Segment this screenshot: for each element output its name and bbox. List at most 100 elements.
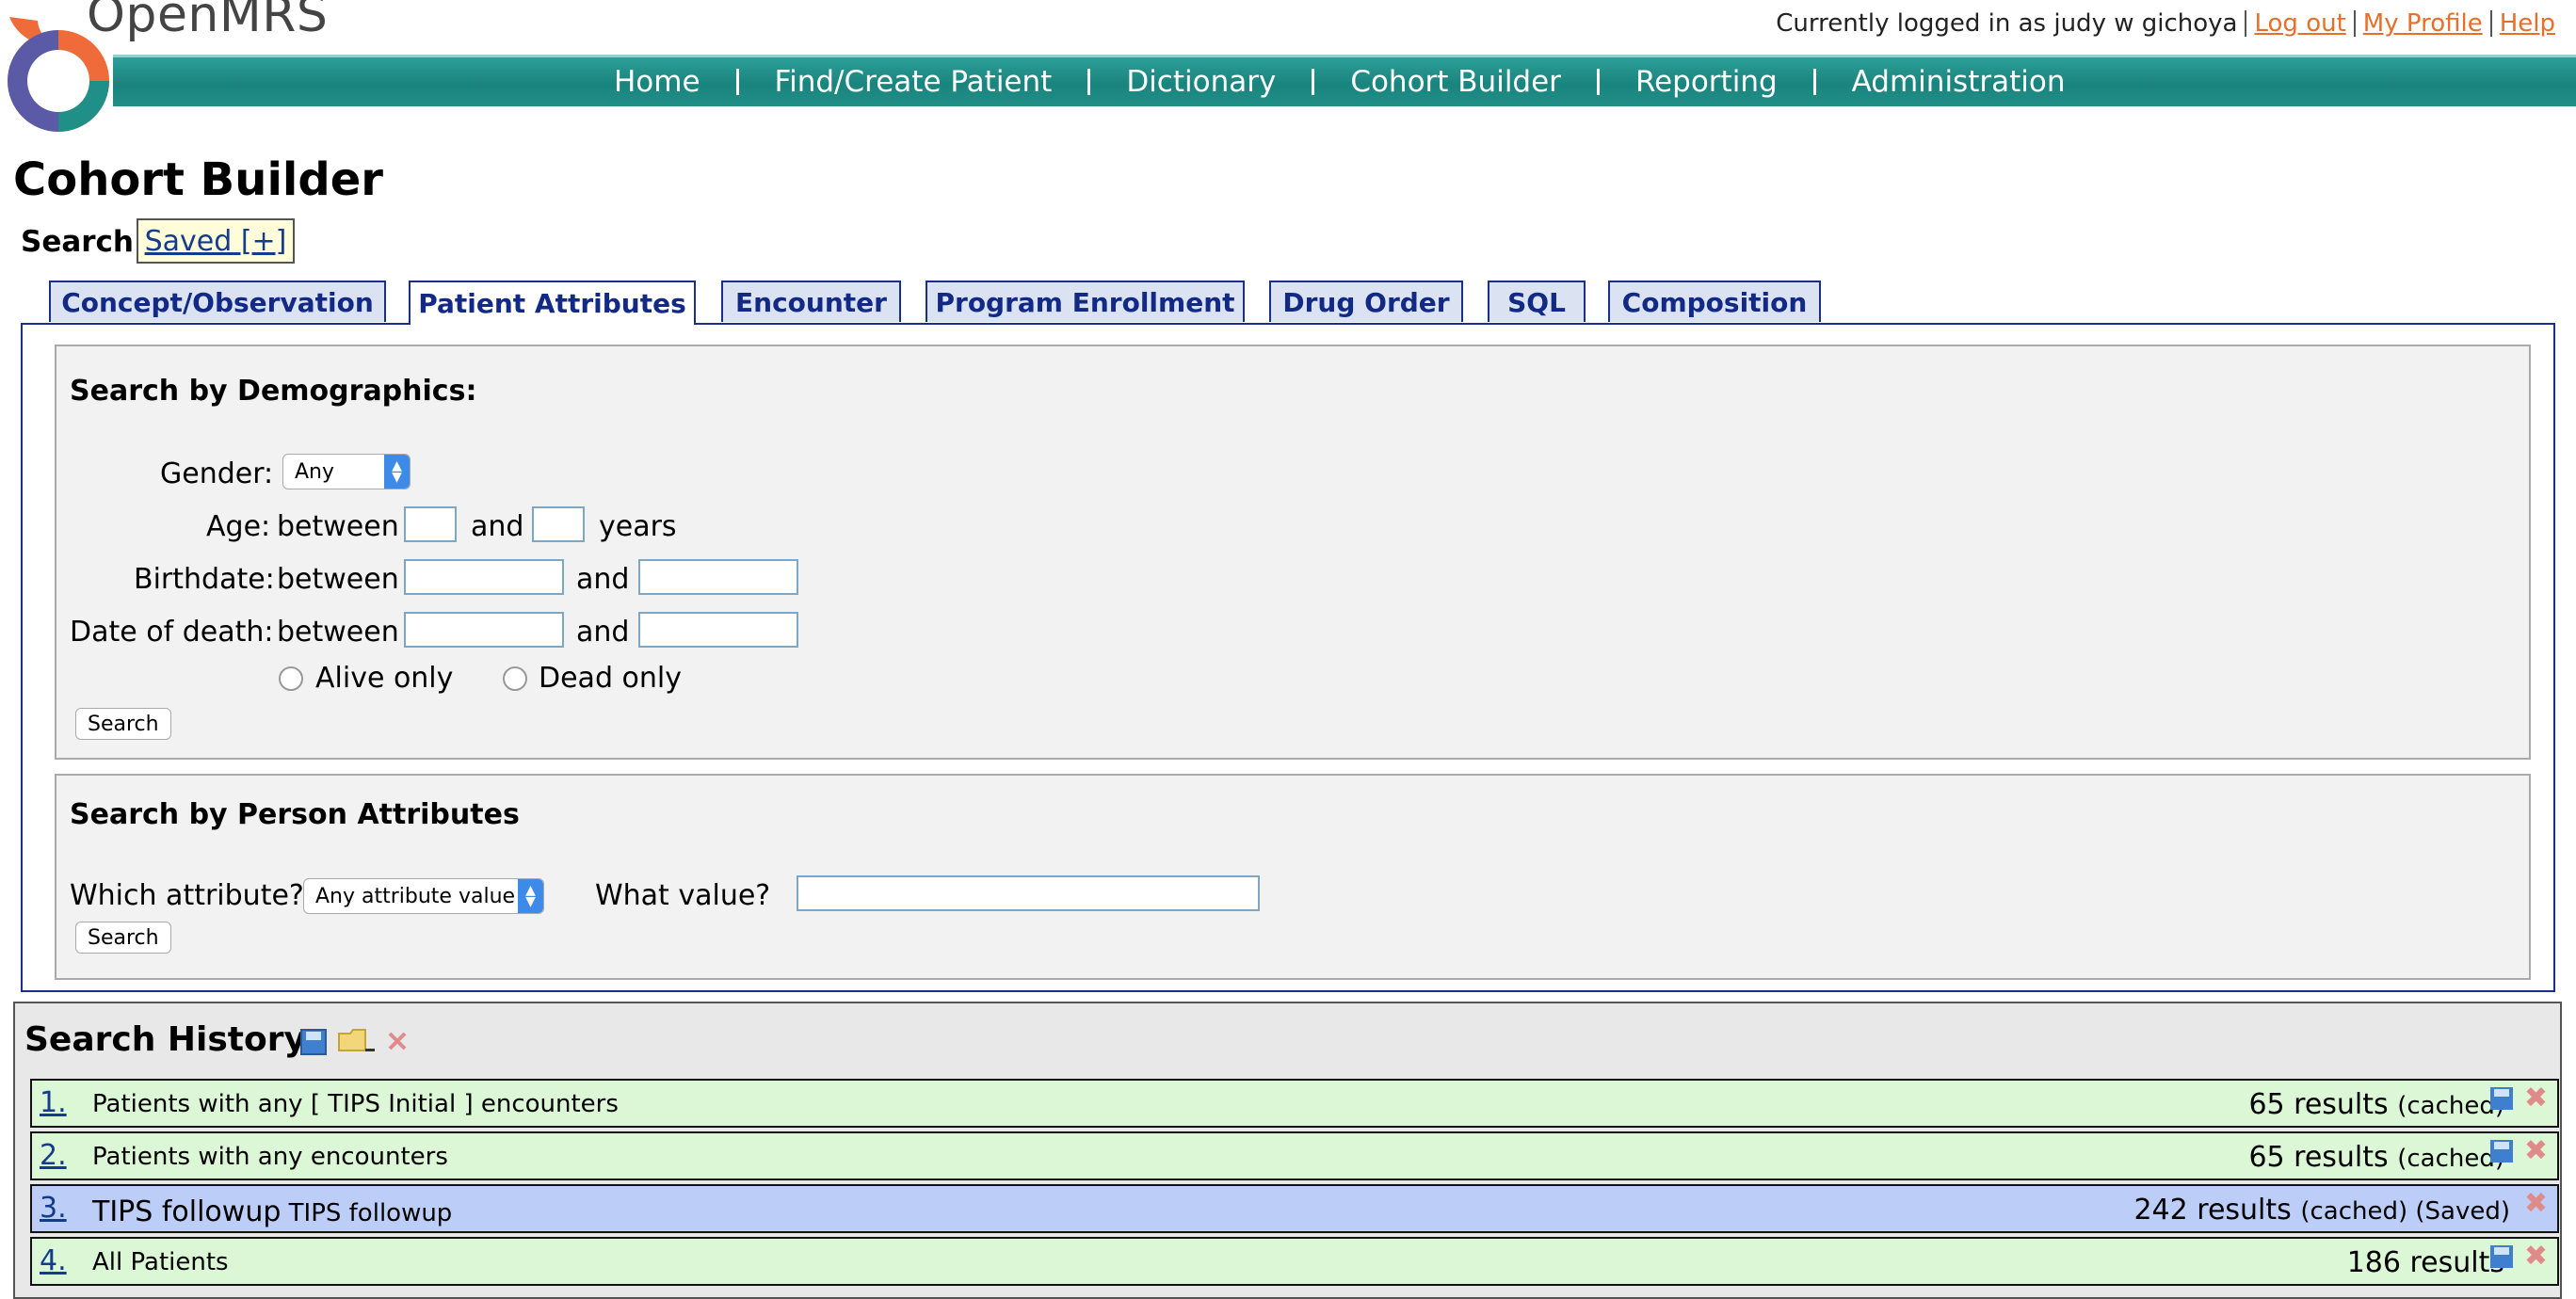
tab-patient-attributes[interactable]: Patient Attributes: [409, 281, 696, 325]
history-row-results: 242 results (cached) (Saved): [2133, 1194, 2510, 1227]
divider: [1596, 69, 1600, 95]
divider: [2489, 10, 2492, 37]
nav-item-administration[interactable]: Administration: [1852, 65, 2066, 99]
history-row-description: Patients with any encounters: [92, 1143, 448, 1171]
birthdate-and-label: and: [576, 563, 630, 596]
demographics-title: Search by Demographics:: [70, 375, 477, 408]
which-attribute-label: Which attribute?: [70, 879, 304, 912]
clear-history-icon[interactable]: [386, 1030, 409, 1052]
tab-composition[interactable]: Composition: [1608, 281, 1821, 322]
gender-select[interactable]: Any ▲ ▼: [282, 454, 411, 489]
brand-name: OpenMRS: [87, 0, 329, 43]
tab-drug-order[interactable]: Drug Order: [1269, 281, 1463, 322]
person-attributes-title: Search by Person Attributes: [70, 798, 520, 831]
tab-program-enrollment[interactable]: Program Enrollment: [926, 281, 1245, 322]
person-attributes-section: Search by Person Attributes Which attrib…: [55, 774, 2531, 980]
history-row-results: 186 results: [2347, 1246, 2504, 1279]
query-tabs: Concept/Observation Patient Attributes E…: [0, 281, 2576, 325]
history-row-description: All Patients: [92, 1248, 229, 1276]
search-history-title: Search History: [24, 1020, 306, 1059]
save-icon[interactable]: [2489, 1139, 2514, 1163]
history-row: 1. Patients with any [ TIPS Initial ] en…: [30, 1079, 2559, 1128]
result-count: 65 results: [2248, 1088, 2389, 1121]
dead-only-radio[interactable]: [503, 666, 527, 691]
history-row: 2. Patients with any encounters 65 resul…: [30, 1131, 2559, 1180]
death-and-label: and: [576, 616, 630, 649]
nav-item-find-create-patient[interactable]: Find/Create Patient: [775, 65, 1127, 99]
select-arrows-icon: ▲ ▼: [518, 879, 543, 913]
history-row: 4. All Patients 186 results ✖: [30, 1237, 2559, 1286]
divider: [2353, 10, 2356, 37]
result-status: (cached): [2397, 1092, 2504, 1120]
birthdate-label: Birthdate:: [134, 563, 275, 596]
logged-in-text: Currently logged in as judy w gichoya: [1776, 9, 2238, 38]
tab-encounter[interactable]: Encounter: [721, 281, 901, 322]
age-max-input[interactable]: [532, 506, 585, 542]
save-icon[interactable]: [299, 1028, 328, 1056]
gender-select-value: Any: [295, 459, 335, 484]
birthdate-to-input[interactable]: [638, 559, 798, 595]
save-icon[interactable]: [2489, 1244, 2514, 1269]
remove-icon[interactable]: ✖: [2524, 1190, 2548, 1218]
divider: [1312, 69, 1315, 95]
nav-label[interactable]: Home: [614, 65, 700, 99]
tab-concept-observation[interactable]: Concept/Observation: [49, 281, 386, 322]
demographics-section: Search by Demographics: Gender: Any ▲ ▼ A…: [55, 345, 2531, 760]
age-min-input[interactable]: [404, 506, 457, 542]
view-search-label[interactable]: Search: [21, 225, 134, 259]
history-row: 3. TIPS followup TIPS followup 242 resul…: [30, 1184, 2559, 1233]
save-icon[interactable]: [2489, 1086, 2514, 1111]
tab-sql[interactable]: SQL: [1488, 281, 1586, 322]
page-title: Cohort Builder: [13, 153, 383, 206]
gender-label: Gender:: [160, 457, 274, 490]
divider: [735, 69, 739, 95]
open-folder-icon[interactable]: [337, 1026, 377, 1056]
saved-searches-link[interactable]: Saved [+]: [137, 218, 295, 264]
divider: [1812, 69, 1816, 95]
remove-icon[interactable]: ✖: [2524, 1137, 2548, 1165]
birthdate-from-input[interactable]: [404, 559, 564, 595]
nav-label[interactable]: Find/Create Patient: [775, 65, 1053, 99]
attribute-value-input[interactable]: [797, 875, 1260, 911]
attributes-search-button[interactable]: Search: [75, 922, 171, 954]
history-row-number[interactable]: 3.: [40, 1192, 67, 1225]
history-row-number[interactable]: 4.: [40, 1244, 67, 1277]
age-and-label: and: [471, 510, 524, 543]
nav-label[interactable]: Reporting: [1635, 65, 1778, 99]
result-count: 65 results: [2248, 1141, 2389, 1174]
age-label: Age:: [206, 510, 271, 543]
nav-label[interactable]: Cohort Builder: [1350, 65, 1561, 99]
result-status: (cached): [2397, 1145, 2504, 1173]
divider: [2245, 10, 2247, 37]
history-row-number[interactable]: 1.: [40, 1086, 67, 1119]
my-profile-link[interactable]: My Profile: [2363, 9, 2483, 38]
nav-label[interactable]: Dictionary: [1126, 65, 1276, 99]
what-value-label: What value?: [595, 879, 771, 912]
saved-search-description: TIPS followup: [288, 1199, 453, 1227]
search-history-panel: Search History 1. Patients with any [ TI…: [13, 1002, 2562, 1299]
result-count: 186 results: [2346, 1246, 2504, 1279]
result-count: 242 results: [2133, 1194, 2292, 1227]
logout-link[interactable]: Log out: [2254, 9, 2345, 38]
history-row-number[interactable]: 2.: [40, 1139, 67, 1172]
alive-only-radio[interactable]: [279, 666, 303, 691]
remove-icon[interactable]: ✖: [2524, 1243, 2548, 1271]
nav-item-reporting[interactable]: Reporting: [1635, 65, 1852, 99]
age-years-label: years: [599, 510, 677, 543]
user-bar: Currently logged in as judy w gichoya Lo…: [1776, 9, 2555, 38]
remove-icon[interactable]: ✖: [2524, 1084, 2548, 1113]
nav-item-cohort-builder[interactable]: Cohort Builder: [1350, 65, 1635, 99]
help-link[interactable]: Help: [2500, 9, 2555, 38]
demographics-search-button[interactable]: Search: [75, 708, 171, 740]
nav-label[interactable]: Administration: [1852, 65, 2066, 99]
date-of-death-label: Date of death:: [70, 616, 274, 649]
history-row-description: TIPS followup TIPS followup: [92, 1195, 452, 1228]
death-between-label: between: [277, 616, 399, 649]
nav-item-dictionary[interactable]: Dictionary: [1126, 65, 1350, 99]
death-from-input[interactable]: [404, 612, 564, 648]
nav-item-home[interactable]: Home: [614, 65, 775, 99]
select-arrows-icon: ▲ ▼: [384, 455, 410, 489]
death-to-input[interactable]: [638, 612, 798, 648]
attribute-select[interactable]: Any attribute value ▲ ▼: [303, 878, 544, 914]
query-panel: Search by Demographics: Gender: Any ▲ ▼ A…: [21, 323, 2555, 992]
